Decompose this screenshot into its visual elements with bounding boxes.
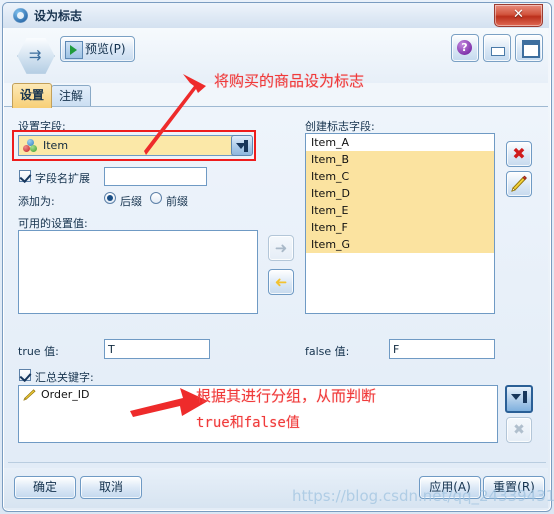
list-item[interactable]: Item_C bbox=[306, 168, 494, 185]
annotation-bottom-line1: 根据其进行分组，从而判断 bbox=[196, 387, 377, 405]
flag-fields-label: 创建标志字段: bbox=[305, 120, 375, 133]
list-item[interactable]: Order_ID bbox=[19, 386, 89, 404]
close-button[interactable]: ✕ bbox=[494, 4, 543, 27]
pencil-icon bbox=[507, 172, 531, 196]
title-bar: 设为标志 ✕ bbox=[3, 3, 549, 28]
aggregate-key-picker-button[interactable] bbox=[505, 385, 533, 413]
false-value-label: false 值: bbox=[305, 345, 350, 358]
window-controls: ? bbox=[447, 34, 543, 62]
flag-node-glyph: ⇉ bbox=[28, 46, 42, 64]
minimize-icon bbox=[491, 47, 505, 56]
app-icon bbox=[13, 8, 28, 23]
list-item[interactable]: Item_F bbox=[306, 219, 494, 236]
move-left-button[interactable]: ➜ bbox=[268, 269, 294, 295]
aggregate-key-delete-button[interactable]: ✖ bbox=[506, 417, 532, 443]
edit-flag-field-button[interactable] bbox=[506, 171, 532, 197]
aggregate-key-label: 汇总关键字: bbox=[35, 371, 94, 384]
tab-settings[interactable]: 设置 bbox=[12, 83, 53, 108]
radio-suffix-label: 后缀 bbox=[120, 195, 142, 208]
false-value-input[interactable]: F bbox=[389, 339, 495, 359]
minimize-button[interactable] bbox=[483, 34, 511, 62]
radio-suffix[interactable] bbox=[104, 192, 116, 204]
available-values-list[interactable] bbox=[18, 230, 258, 314]
list-item[interactable]: Item_G bbox=[306, 236, 494, 253]
radio-prefix-label: 前缀 bbox=[166, 195, 188, 208]
move-right-button[interactable]: ➜ bbox=[268, 235, 294, 261]
field-name-ext-label: 字段名扩展 bbox=[35, 172, 90, 185]
play-icon bbox=[65, 41, 83, 59]
annotation-top: 将购买的商品设为标志 bbox=[214, 72, 365, 90]
nominal-field-icon bbox=[23, 139, 38, 153]
arrow-left-icon: ➜ bbox=[274, 273, 288, 291]
maximize-button[interactable] bbox=[515, 34, 543, 62]
radio-prefix[interactable] bbox=[150, 192, 162, 204]
list-item[interactable]: Item_E bbox=[306, 202, 494, 219]
window-title: 设为标志 bbox=[34, 9, 83, 23]
footer-divider bbox=[8, 462, 546, 463]
true-value-input[interactable]: T bbox=[104, 339, 210, 359]
delete-flag-field-button[interactable]: ✖ bbox=[506, 141, 532, 167]
set-field-value: Item bbox=[43, 139, 69, 152]
help-button[interactable]: ? bbox=[451, 34, 479, 62]
list-item[interactable]: Item_D bbox=[306, 185, 494, 202]
ok-button[interactable]: 确定 bbox=[14, 476, 76, 499]
field-name-ext-checkbox[interactable] bbox=[19, 170, 31, 182]
add-as-label: 添加为: bbox=[18, 195, 55, 208]
set-field-select[interactable]: Item bbox=[18, 135, 246, 156]
set-field-label: 设置字段: bbox=[18, 120, 66, 133]
tab-annotations[interactable]: 注解 bbox=[51, 85, 92, 108]
list-item[interactable]: Item_B bbox=[306, 151, 494, 168]
true-value-label: true 值: bbox=[18, 345, 59, 358]
list-item[interactable]: Item_A bbox=[306, 134, 494, 151]
set-field-picker-button[interactable] bbox=[231, 135, 253, 156]
flag-fields-list[interactable]: Item_A Item_B Item_C Item_D Item_E Item_… bbox=[305, 133, 495, 314]
available-values-label: 可用的设置值: bbox=[18, 217, 88, 230]
close-icon: ✕ bbox=[513, 7, 524, 22]
node-type-icon: ⇉ bbox=[14, 34, 56, 76]
annotation-bottom-line2: true和false值 bbox=[196, 415, 300, 431]
watermark: https://blog.csdn.net/qq_24339431 bbox=[292, 487, 554, 505]
help-icon: ? bbox=[457, 40, 472, 55]
key-field-icon bbox=[23, 389, 37, 401]
arrow-right-icon: ➜ bbox=[274, 239, 288, 257]
cancel-button[interactable]: 取消 bbox=[80, 476, 142, 499]
aggregate-key-checkbox[interactable] bbox=[19, 369, 31, 381]
field-name-ext-input[interactable] bbox=[104, 167, 207, 186]
dialog-window: 设为标志 ✕ ⇉ 预览(P) ? 设置 注解 设置字段: Item 字段名扩展 … bbox=[0, 0, 554, 514]
maximize-icon bbox=[522, 40, 540, 58]
close-icon: ✖ bbox=[513, 422, 525, 438]
aggregate-key-value: Order_ID bbox=[41, 388, 90, 401]
preview-label: 预览(P) bbox=[85, 42, 126, 56]
preview-button[interactable]: 预览(P) bbox=[60, 36, 135, 62]
close-icon: ✖ bbox=[512, 144, 526, 163]
